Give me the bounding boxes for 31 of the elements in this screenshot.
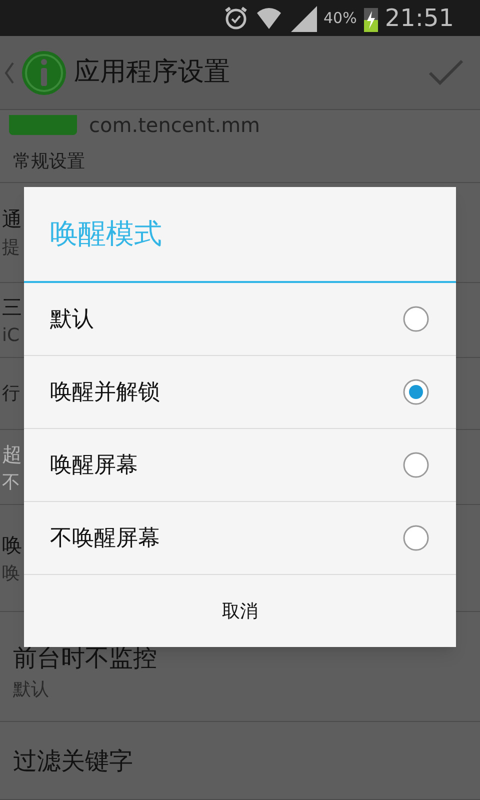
radio-option[interactable]: 唤醒并解锁: [24, 356, 456, 429]
row-title: 通: [2, 206, 22, 233]
battery-percent: 40%: [323, 8, 357, 29]
row-subtitle: 不: [2, 470, 20, 494]
radio-button[interactable]: [402, 305, 430, 333]
header-title: 应用程序设置: [74, 56, 231, 89]
option-label: 不唤醒屏幕: [50, 524, 160, 552]
signal-icon: [289, 4, 318, 32]
back-icon[interactable]: [4, 60, 14, 84]
app-icon: [9, 115, 77, 135]
row-title: 过滤关键字: [13, 746, 133, 776]
clock-time: 21:51: [384, 3, 454, 34]
row-title: 超: [2, 440, 22, 468]
row-title: 唤: [2, 532, 22, 558]
radio-button[interactable]: [402, 378, 430, 406]
section-header: 行: [2, 382, 20, 406]
package-name: com.tencent.mm: [89, 112, 260, 139]
radio-option[interactable]: 唤醒屏幕: [24, 429, 456, 502]
radio-button[interactable]: [402, 524, 430, 552]
cancel-button[interactable]: 取消: [24, 575, 456, 647]
wifi-icon: [255, 5, 284, 31]
section-header: 常规设置: [13, 150, 85, 174]
alarm-icon: [223, 5, 250, 31]
radio-option[interactable]: 默认: [24, 283, 456, 356]
radio-button[interactable]: [402, 451, 430, 479]
info-icon: [20, 48, 68, 96]
dialog-title: 唤醒模式: [50, 216, 162, 252]
option-label: 唤醒屏幕: [50, 452, 138, 480]
option-label: 默认: [50, 306, 94, 334]
option-label: 唤醒并解锁: [50, 378, 160, 406]
row-title: 三: [2, 294, 22, 320]
